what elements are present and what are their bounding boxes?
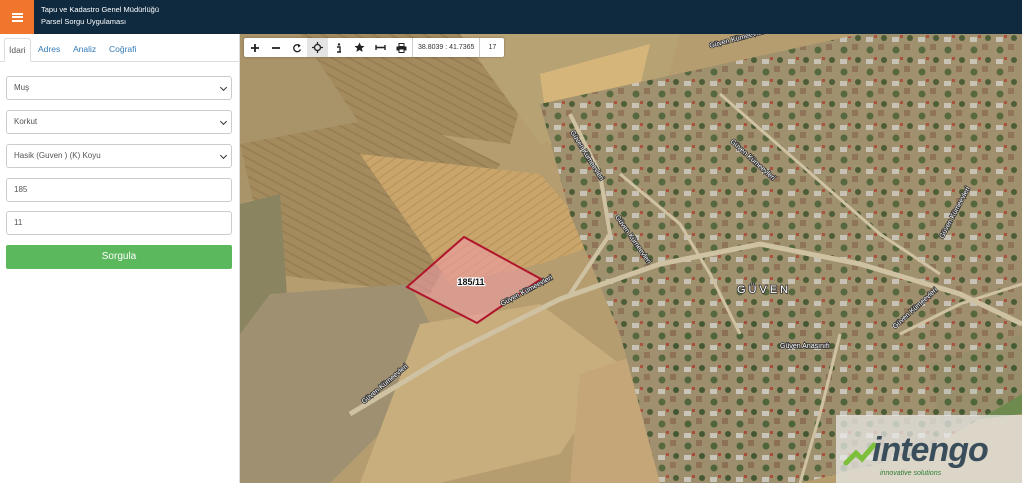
coordinate-readout: 38.8039 : 41.7365 xyxy=(412,38,479,57)
neighborhood-select-value: Hasik (Guven ) (K) Koyu xyxy=(14,151,101,160)
block-number-value: 185 xyxy=(14,185,28,194)
app-subtitle: Parsel Sorgu Uygulaması xyxy=(41,17,127,26)
watermark-tagline: innovative solutions xyxy=(880,470,942,477)
watermark-brand: intengo xyxy=(872,431,989,469)
tab-idari[interactable]: İdari xyxy=(4,38,31,62)
app-title: Tapu ve Kadastro Genel Müdürlüğü xyxy=(41,5,159,14)
query-sidebar: İdari Adres Analiz Coğrafi Muş Korkut Ha… xyxy=(0,34,240,483)
province-select-value: Muş xyxy=(14,83,30,92)
sidebar-tabs: İdari Adres Analiz Coğrafi xyxy=(0,34,240,62)
chevron-down-icon xyxy=(219,151,228,160)
bookmark-icon[interactable] xyxy=(349,38,370,57)
parcel-label: 185/11 xyxy=(457,277,484,287)
neighborhood-select[interactable]: Hasik (Guven ) (K) Koyu xyxy=(6,144,232,168)
tab-analiz[interactable]: Analiz xyxy=(69,38,100,62)
zoom-level-readout: 17 xyxy=(479,38,504,57)
village-label: GÜVEN xyxy=(737,284,791,296)
school-label: Güven Anasınıfı xyxy=(780,343,830,350)
tab-adres[interactable]: Adres xyxy=(34,38,64,62)
refresh-icon[interactable] xyxy=(286,38,307,57)
tab-cografi[interactable]: Coğrafi xyxy=(105,38,140,62)
parcel-number-input[interactable]: 11 xyxy=(6,211,232,235)
intengo-watermark: intengo innovative solutions xyxy=(836,415,1022,483)
app-header: Tapu ve Kadastro Genel Müdürlüğü Parsel … xyxy=(0,0,1022,34)
zoom-in-icon[interactable] xyxy=(244,38,265,57)
district-select-value: Korkut xyxy=(14,117,38,126)
locate-icon[interactable] xyxy=(307,38,328,57)
hamburger-icon xyxy=(11,12,23,22)
menu-toggle-button[interactable] xyxy=(0,0,34,34)
chevron-down-icon xyxy=(219,83,228,92)
intengo-logo-icon xyxy=(843,442,876,466)
info-icon[interactable] xyxy=(328,38,349,57)
map-toolbar: 38.8039 : 41.7365 17 xyxy=(244,38,505,57)
map-view[interactable]: 185/11 GÜVEN Güven Anasınıfı Güven Kümee… xyxy=(240,34,1022,483)
zoom-out-icon[interactable] xyxy=(265,38,286,57)
chevron-down-icon xyxy=(219,117,228,126)
parcel-number-value: 11 xyxy=(14,218,23,227)
measure-icon[interactable] xyxy=(370,38,391,57)
query-button[interactable]: Sorgula xyxy=(6,245,232,269)
block-number-input[interactable]: 185 xyxy=(6,178,232,202)
district-select[interactable]: Korkut xyxy=(6,110,232,134)
print-icon[interactable] xyxy=(391,38,412,57)
province-select[interactable]: Muş xyxy=(6,76,232,100)
